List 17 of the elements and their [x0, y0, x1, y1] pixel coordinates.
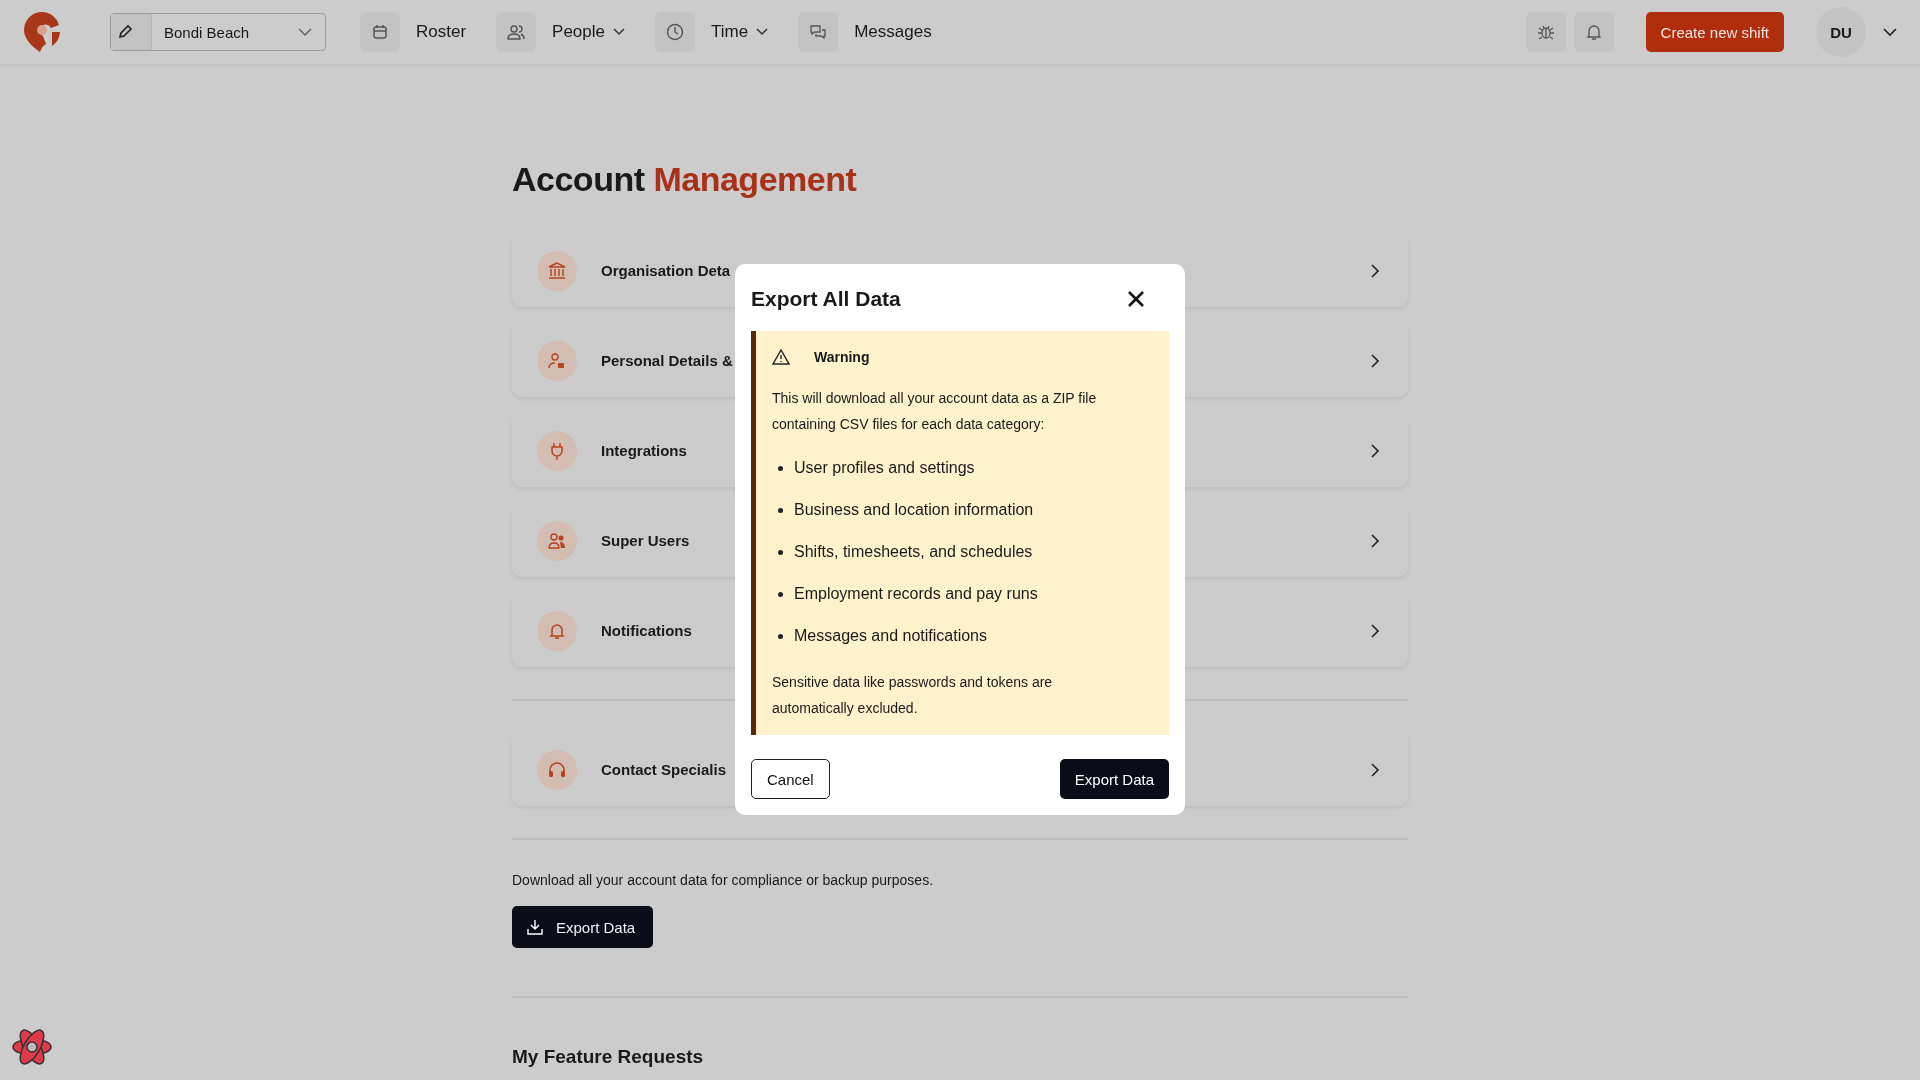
- list-item: Shifts, timesheets, and schedules: [794, 543, 1033, 561]
- dialog-title: Export All Data: [751, 287, 901, 311]
- warning-text: This will download all your account data as a ZIP file containing CSV files for each data category:: [772, 389, 1098, 434]
- card-label: Super Users: [601, 532, 690, 549]
- warning-label: Warning: [814, 349, 870, 365]
- section-heading: My Feature Requests: [512, 1046, 705, 1068]
- card-label: Integrations: [601, 442, 687, 459]
- export-description: Download all your account data for compliance or backup purposes.: [512, 872, 935, 888]
- list-item: Business and location information: [794, 501, 1034, 519]
- warning-note: Sensitive data like passwords and tokens are automatically excluded.: [772, 673, 1054, 718]
- page-title: Account Management: [512, 160, 858, 199]
- list-item: Messages and notifications: [794, 627, 987, 645]
- list-item: User profiles and settings: [794, 459, 975, 477]
- card-label: Notifications: [601, 622, 692, 639]
- card-label: Contact Specialis: [601, 761, 727, 778]
- card-label: Personal Details &: [601, 352, 733, 369]
- card-label: Organisation Deta: [601, 262, 731, 279]
